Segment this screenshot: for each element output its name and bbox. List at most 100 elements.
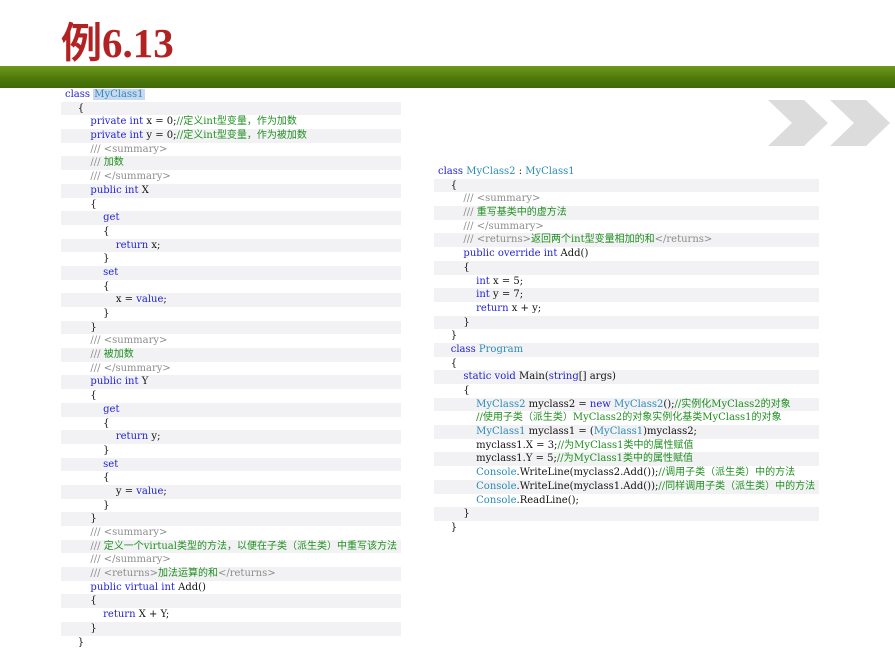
code-token: Console bbox=[438, 467, 517, 478]
code-line: return x + y; bbox=[438, 302, 815, 316]
slide-title: 例6.13 bbox=[61, 18, 174, 68]
code-token: y = bbox=[65, 486, 136, 497]
code-token: MyClass1 bbox=[594, 426, 643, 437]
code-token: y = 0; bbox=[146, 130, 176, 141]
code-token: Y bbox=[142, 376, 149, 387]
code-token: set bbox=[65, 459, 118, 470]
code-token: MyClass1 bbox=[93, 89, 144, 100]
code-line: } bbox=[65, 622, 397, 636]
code-token: //调用子类（派生类）中的方法 bbox=[658, 467, 795, 478]
code-line: Console.ReadLine(); bbox=[438, 494, 815, 508]
code-line: private int y = 0;//定义int型变量，作为被加数 bbox=[65, 129, 397, 143]
code-token: : bbox=[516, 166, 526, 177]
code-token: Add() bbox=[178, 582, 206, 593]
code-line: { bbox=[438, 384, 815, 398]
code-line: { bbox=[65, 102, 397, 116]
code-token: x = 0; bbox=[146, 116, 176, 127]
code-line: /// <summary> bbox=[65, 334, 397, 348]
code-token: { bbox=[438, 385, 470, 396]
code-token: get bbox=[65, 404, 119, 415]
code-token: </returns> bbox=[218, 568, 276, 579]
code-token: MyClass1 bbox=[525, 166, 574, 177]
code-line: { bbox=[65, 389, 397, 403]
code-token: myclass1 = ( bbox=[529, 426, 594, 437]
code-token: new bbox=[590, 399, 614, 410]
code-line: get bbox=[65, 403, 397, 417]
code-token: //同样调用子类（派生类）中的方法 bbox=[658, 481, 815, 492]
code-line: get bbox=[65, 211, 397, 225]
code-token: { bbox=[438, 180, 457, 191]
code-line: return X + Y; bbox=[65, 608, 397, 622]
code-token: class bbox=[438, 344, 479, 355]
code-line: /// 加数 bbox=[65, 156, 397, 170]
code-token: x + y; bbox=[512, 303, 541, 314]
code-token: MyClass2 bbox=[614, 399, 663, 410]
code-block-myclass1: class MyClass1 { private int x = 0;//定义i… bbox=[65, 88, 397, 649]
code-line: return x; bbox=[65, 239, 397, 253]
code-line: /// </summary> bbox=[65, 170, 397, 184]
code-token: Console bbox=[438, 481, 517, 492]
code-line: return y; bbox=[65, 430, 397, 444]
code-line: set bbox=[65, 458, 397, 472]
code-line: /// 定义一个virtual类型的方法，以便在子类（派生类）中重写该方法 bbox=[65, 540, 397, 554]
code-token: )myclass2; bbox=[643, 426, 697, 437]
code-token: return bbox=[65, 431, 151, 442]
code-token: public virtual int bbox=[65, 582, 178, 593]
code-line: /// </summary> bbox=[65, 362, 397, 376]
code-token: .ReadLine(); bbox=[517, 495, 579, 506]
code-token: public int bbox=[65, 185, 142, 196]
code-token: (); bbox=[663, 399, 674, 410]
code-token: get bbox=[65, 212, 119, 223]
code-token: /// </summary> bbox=[65, 171, 171, 182]
code-token: MyClass1 bbox=[438, 426, 529, 437]
code-token: /// <returns> bbox=[438, 234, 531, 245]
code-token: 加法运算的和 bbox=[158, 568, 218, 579]
code-token: string bbox=[549, 371, 579, 382]
code-token: /// </summary> bbox=[438, 221, 544, 232]
code-line: /// <returns>返回两个int型变量相加的和</returns> bbox=[438, 233, 815, 247]
code-line: /// <summary> bbox=[65, 143, 397, 157]
code-token: public int bbox=[65, 376, 142, 387]
code-token: /// <summary> bbox=[65, 335, 167, 346]
code-line: } bbox=[65, 512, 397, 526]
code-line: } bbox=[65, 307, 397, 321]
code-line: } bbox=[438, 507, 815, 521]
code-token: } bbox=[438, 508, 470, 519]
code-token: } bbox=[438, 330, 457, 341]
code-token: Console bbox=[438, 495, 517, 506]
code-token: MyClass2 bbox=[438, 399, 529, 410]
code-token: //定义int型变量，作为被加数 bbox=[177, 130, 307, 141]
code-token: /// </summary> bbox=[65, 554, 171, 565]
code-line: int y = 7; bbox=[438, 288, 815, 302]
code-token: /// <summary> bbox=[65, 527, 167, 538]
code-token: { bbox=[65, 390, 97, 401]
code-token: /// bbox=[65, 541, 104, 552]
code-token: private int bbox=[65, 116, 146, 127]
code-line: static void Main(string[] args) bbox=[438, 370, 815, 384]
code-token: X + Y; bbox=[139, 609, 170, 620]
code-token: return bbox=[438, 303, 512, 314]
code-line: class MyClass1 bbox=[65, 88, 397, 102]
code-line: } bbox=[438, 521, 815, 535]
code-token: //为MyClass1类中的属性赋值 bbox=[557, 440, 693, 451]
code-token: MyClass2 bbox=[466, 166, 515, 177]
code-line: } bbox=[438, 329, 815, 343]
code-line: { bbox=[65, 280, 397, 294]
code-line: public virtual int Add() bbox=[65, 581, 397, 595]
code-token: } bbox=[438, 317, 470, 328]
code-line: { bbox=[65, 417, 397, 431]
code-token: //定义int型变量，作为加数 bbox=[176, 116, 296, 127]
code-line: set bbox=[65, 266, 397, 280]
code-token: y; bbox=[151, 431, 160, 442]
code-line: int x = 5; bbox=[438, 275, 815, 289]
code-line: MyClass1 myclass1 = (MyClass1)myclass2; bbox=[438, 425, 815, 439]
code-line: y = value; bbox=[65, 485, 397, 499]
code-token: x; bbox=[151, 240, 160, 251]
title-band bbox=[0, 66, 895, 88]
code-token: value bbox=[136, 486, 163, 497]
code-token: Program bbox=[479, 344, 523, 355]
code-token: { bbox=[65, 472, 110, 483]
code-token: /// bbox=[65, 157, 104, 168]
code-token: x = 5; bbox=[493, 276, 523, 287]
code-token: 返回两个int型变量相加的和 bbox=[531, 234, 655, 245]
